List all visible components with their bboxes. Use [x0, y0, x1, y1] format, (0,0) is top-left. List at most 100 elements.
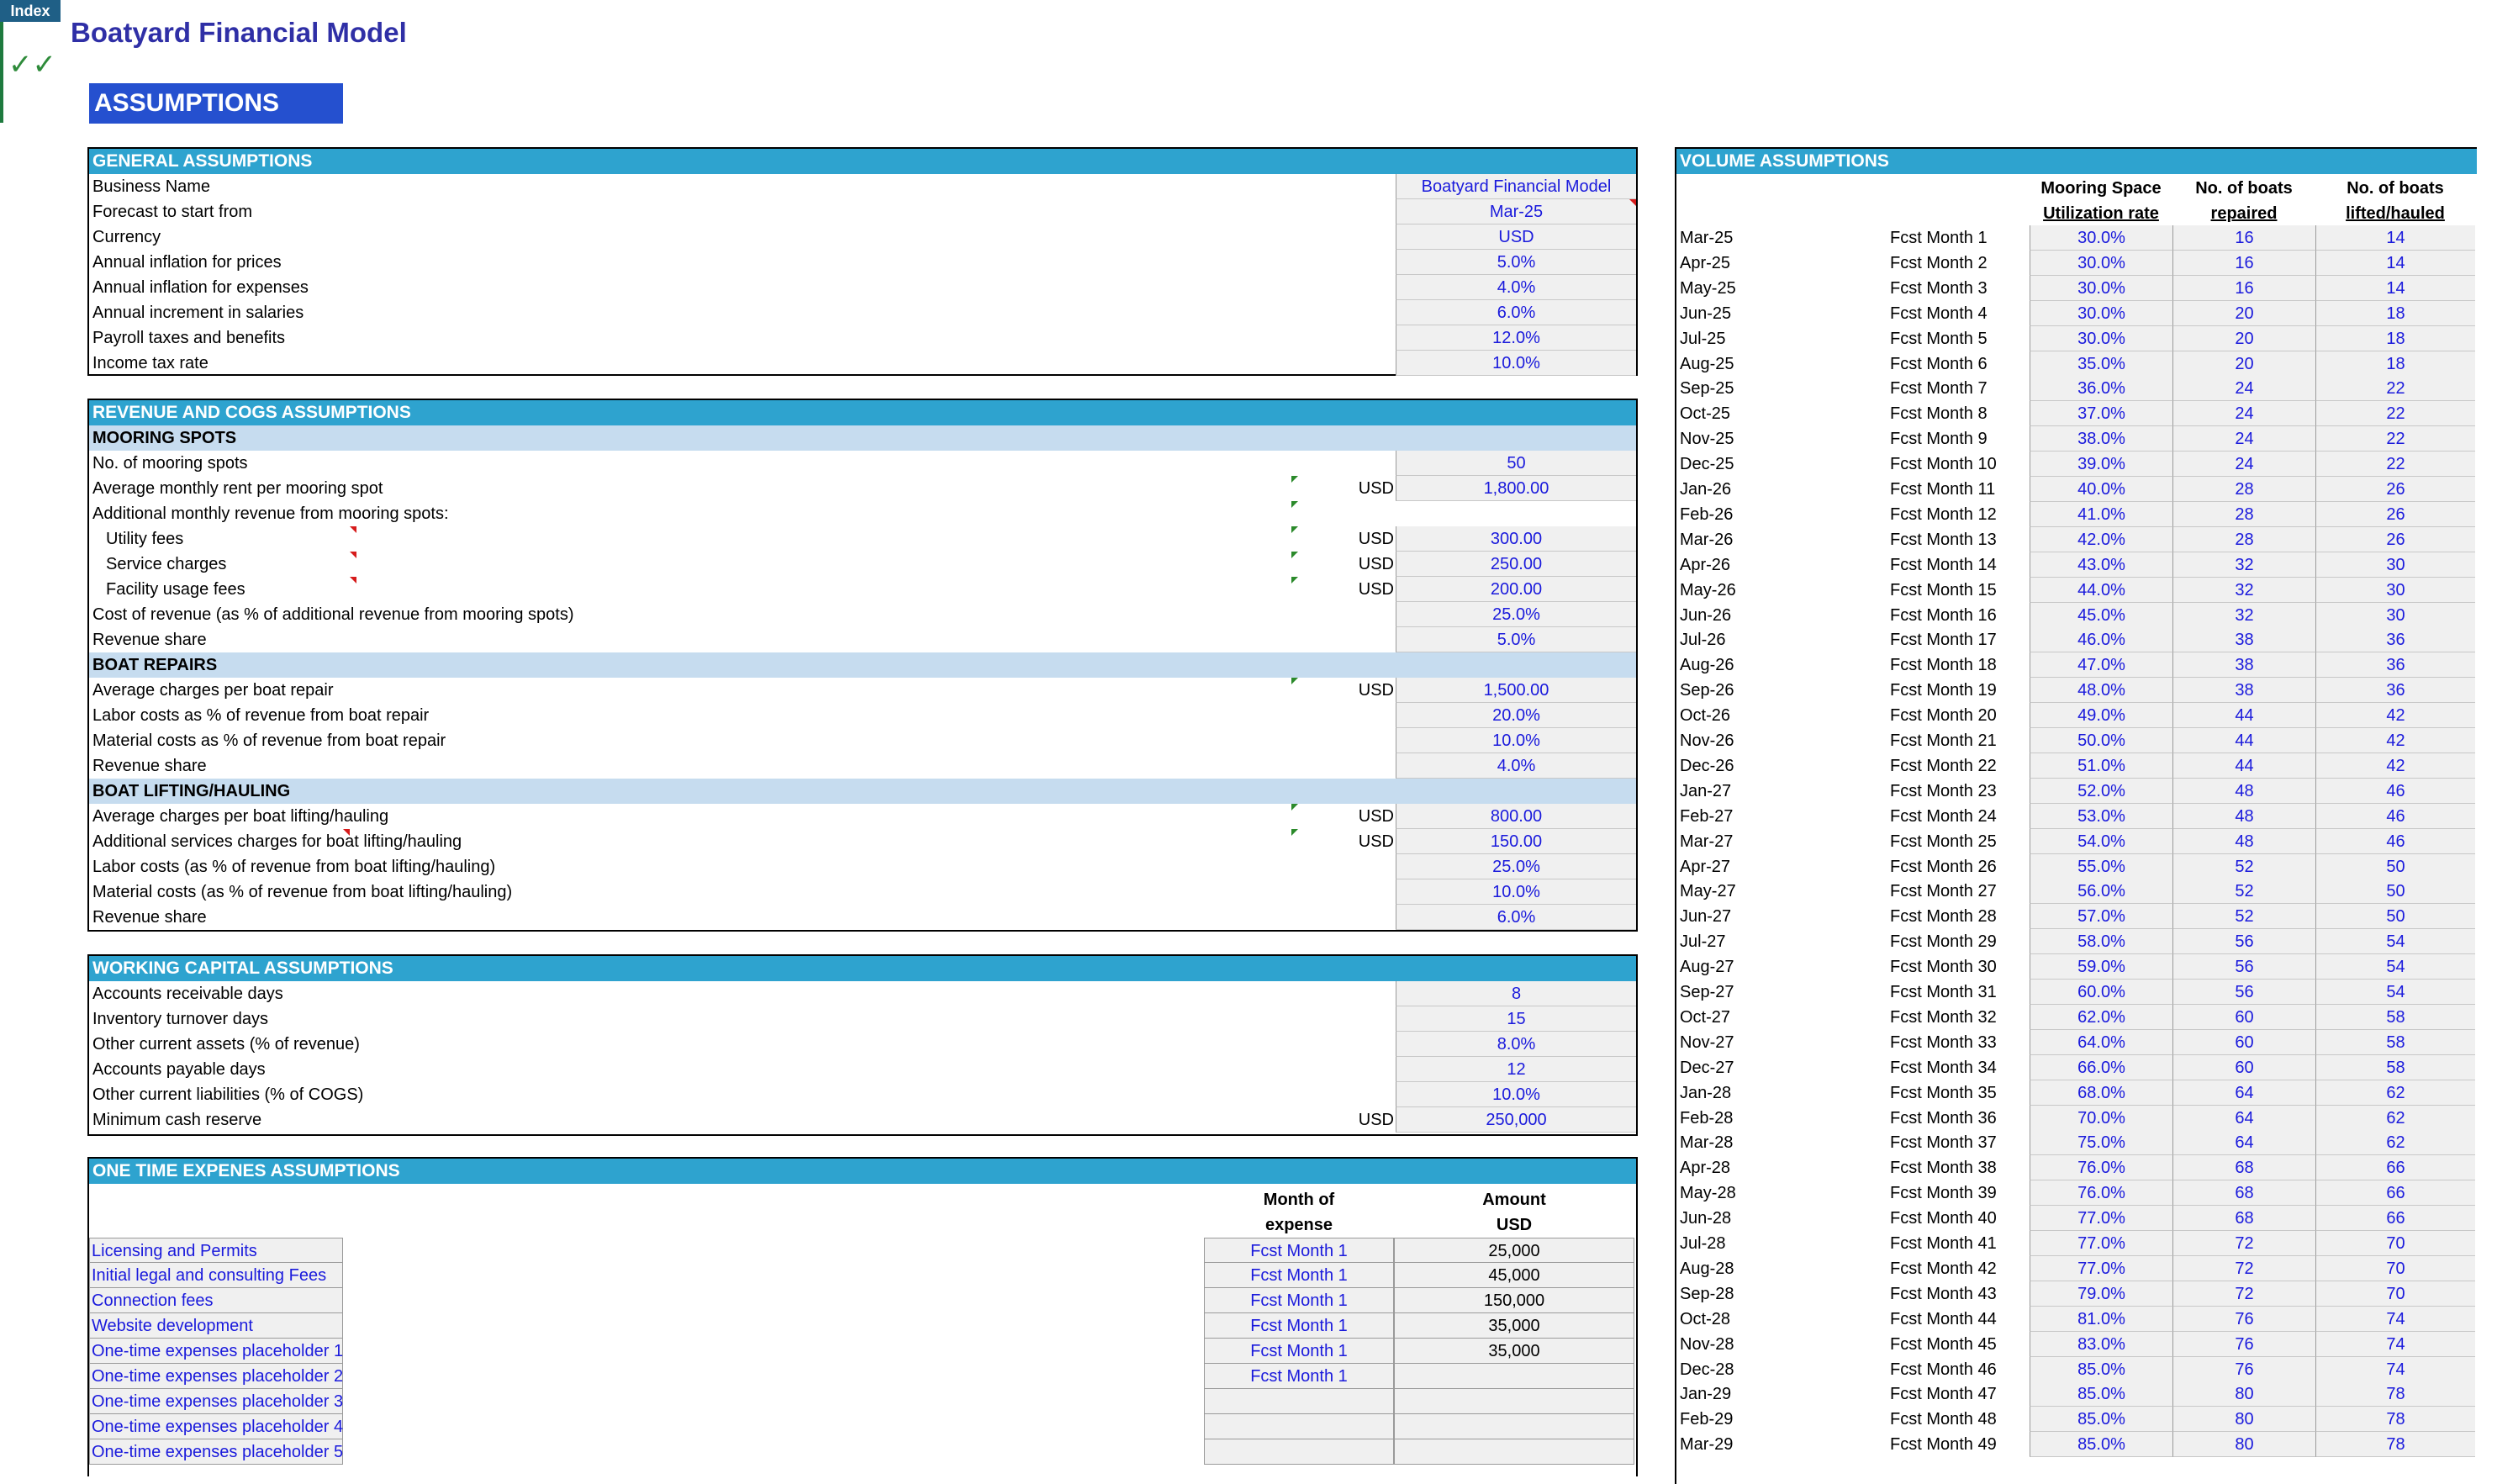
- utilization-cell[interactable]: 64.0%: [2030, 1029, 2172, 1055]
- boats-repaired-cell[interactable]: 64: [2172, 1130, 2315, 1156]
- boats-lifted-cell[interactable]: 50: [2315, 904, 2475, 930]
- utilization-cell[interactable]: 46.0%: [2030, 627, 2172, 653]
- utilization-cell[interactable]: 56.0%: [2030, 879, 2172, 905]
- value-cell[interactable]: 10.0%: [1396, 351, 1636, 376]
- boats-repaired-cell[interactable]: 76: [2172, 1331, 2315, 1357]
- value-cell[interactable]: 300.00: [1396, 526, 1636, 552]
- value-cell[interactable]: Mar-25: [1396, 199, 1636, 224]
- boats-lifted-cell[interactable]: 42: [2315, 728, 2475, 753]
- value-cell[interactable]: 150.00: [1396, 829, 1636, 854]
- utilization-cell[interactable]: 30.0%: [2030, 325, 2172, 351]
- boats-lifted-cell[interactable]: 70: [2315, 1281, 2475, 1307]
- utilization-cell[interactable]: 35.0%: [2030, 351, 2172, 377]
- value-cell[interactable]: 8: [1396, 981, 1636, 1006]
- boats-repaired-cell[interactable]: 60: [2172, 1054, 2315, 1080]
- utilization-cell[interactable]: 60.0%: [2030, 980, 2172, 1005]
- boats-lifted-cell[interactable]: 18: [2315, 351, 2475, 377]
- boats-lifted-cell[interactable]: 78: [2315, 1381, 2475, 1407]
- expense-name-cell[interactable]: One-time expenses placeholder 4: [89, 1414, 343, 1439]
- value-cell[interactable]: 800.00: [1396, 804, 1636, 829]
- boats-repaired-cell[interactable]: 44: [2172, 753, 2315, 779]
- utilization-cell[interactable]: 85.0%: [2030, 1407, 2172, 1433]
- boats-lifted-cell[interactable]: 66: [2315, 1155, 2475, 1181]
- value-cell[interactable]: 250,000: [1396, 1107, 1636, 1133]
- value-cell[interactable]: USD: [1396, 224, 1636, 250]
- boats-lifted-cell[interactable]: 66: [2315, 1180, 2475, 1207]
- boats-lifted-cell[interactable]: 78: [2315, 1407, 2475, 1433]
- boats-repaired-cell[interactable]: 76: [2172, 1306, 2315, 1332]
- boats-repaired-cell[interactable]: 24: [2172, 426, 2315, 452]
- boats-repaired-cell[interactable]: 60: [2172, 1004, 2315, 1030]
- utilization-cell[interactable]: 52.0%: [2030, 778, 2172, 804]
- index-button[interactable]: Index: [0, 0, 61, 22]
- boats-lifted-cell[interactable]: 30: [2315, 602, 2475, 628]
- boats-repaired-cell[interactable]: 16: [2172, 250, 2315, 276]
- boats-lifted-cell[interactable]: 36: [2315, 627, 2475, 653]
- boats-repaired-cell[interactable]: 48: [2172, 803, 2315, 829]
- boats-lifted-cell[interactable]: 14: [2315, 250, 2475, 276]
- boats-lifted-cell[interactable]: 14: [2315, 225, 2475, 251]
- utilization-cell[interactable]: 43.0%: [2030, 552, 2172, 578]
- boats-lifted-cell[interactable]: 18: [2315, 325, 2475, 351]
- boats-lifted-cell[interactable]: 50: [2315, 853, 2475, 879]
- boats-lifted-cell[interactable]: 54: [2315, 980, 2475, 1005]
- boats-repaired-cell[interactable]: 44: [2172, 728, 2315, 753]
- boats-repaired-cell[interactable]: 32: [2172, 552, 2315, 578]
- expense-name-cell[interactable]: Connection fees: [89, 1288, 343, 1313]
- boats-repaired-cell[interactable]: 38: [2172, 627, 2315, 653]
- utilization-cell[interactable]: 77.0%: [2030, 1206, 2172, 1232]
- boats-repaired-cell[interactable]: 64: [2172, 1105, 2315, 1131]
- boats-repaired-cell[interactable]: 48: [2172, 828, 2315, 854]
- boats-lifted-cell[interactable]: 70: [2315, 1255, 2475, 1281]
- boats-lifted-cell[interactable]: 42: [2315, 753, 2475, 779]
- boats-lifted-cell[interactable]: 18: [2315, 300, 2475, 326]
- value-cell[interactable]: 1,800.00: [1396, 476, 1636, 501]
- expense-month-cell[interactable]: Fcst Month 1: [1204, 1288, 1394, 1313]
- expense-month-cell[interactable]: [1204, 1389, 1394, 1414]
- boats-lifted-cell[interactable]: 66: [2315, 1206, 2475, 1232]
- boats-lifted-cell[interactable]: 62: [2315, 1080, 2475, 1106]
- boats-lifted-cell[interactable]: 22: [2315, 452, 2475, 478]
- boats-lifted-cell[interactable]: 62: [2315, 1130, 2475, 1156]
- expense-amount-cell[interactable]: 150,000: [1394, 1288, 1634, 1313]
- utilization-cell[interactable]: 76.0%: [2030, 1155, 2172, 1181]
- expense-amount-cell[interactable]: [1394, 1389, 1634, 1414]
- boats-repaired-cell[interactable]: 72: [2172, 1281, 2315, 1307]
- boats-repaired-cell[interactable]: 24: [2172, 401, 2315, 427]
- utilization-cell[interactable]: 57.0%: [2030, 904, 2172, 930]
- boats-repaired-cell[interactable]: 16: [2172, 275, 2315, 301]
- boats-repaired-cell[interactable]: 80: [2172, 1432, 2315, 1458]
- expense-month-cell[interactable]: [1204, 1414, 1394, 1439]
- utilization-cell[interactable]: 49.0%: [2030, 703, 2172, 729]
- utilization-cell[interactable]: 36.0%: [2030, 376, 2172, 402]
- utilization-cell[interactable]: 70.0%: [2030, 1105, 2172, 1131]
- value-cell[interactable]: 10.0%: [1396, 728, 1636, 753]
- expense-name-cell[interactable]: One-time expenses placeholder 3: [89, 1389, 343, 1414]
- utilization-cell[interactable]: 30.0%: [2030, 275, 2172, 301]
- utilization-cell[interactable]: 30.0%: [2030, 250, 2172, 276]
- boats-repaired-cell[interactable]: 38: [2172, 652, 2315, 679]
- boats-lifted-cell[interactable]: 30: [2315, 577, 2475, 603]
- utilization-cell[interactable]: 75.0%: [2030, 1130, 2172, 1156]
- utilization-cell[interactable]: 41.0%: [2030, 501, 2172, 527]
- expense-month-cell[interactable]: Fcst Month 1: [1204, 1313, 1394, 1339]
- expense-month-cell[interactable]: Fcst Month 1: [1204, 1238, 1394, 1263]
- utilization-cell[interactable]: 59.0%: [2030, 954, 2172, 980]
- boats-repaired-cell[interactable]: 44: [2172, 703, 2315, 729]
- boats-repaired-cell[interactable]: 64: [2172, 1080, 2315, 1106]
- utilization-cell[interactable]: 85.0%: [2030, 1356, 2172, 1382]
- utilization-cell[interactable]: 62.0%: [2030, 1004, 2172, 1030]
- boats-lifted-cell[interactable]: 70: [2315, 1231, 2475, 1256]
- boats-lifted-cell[interactable]: 30: [2315, 552, 2475, 578]
- utilization-cell[interactable]: 79.0%: [2030, 1281, 2172, 1307]
- boats-lifted-cell[interactable]: 26: [2315, 477, 2475, 502]
- utilization-cell[interactable]: 38.0%: [2030, 426, 2172, 452]
- value-cell[interactable]: 1,500.00: [1396, 678, 1636, 703]
- boats-repaired-cell[interactable]: 80: [2172, 1407, 2315, 1433]
- value-cell[interactable]: 250.00: [1396, 552, 1636, 577]
- expense-name-cell[interactable]: One-time expenses placeholder 2: [89, 1364, 343, 1389]
- boats-repaired-cell[interactable]: 28: [2172, 477, 2315, 502]
- utilization-cell[interactable]: 51.0%: [2030, 753, 2172, 779]
- utilization-cell[interactable]: 40.0%: [2030, 477, 2172, 502]
- boats-lifted-cell[interactable]: 14: [2315, 275, 2475, 301]
